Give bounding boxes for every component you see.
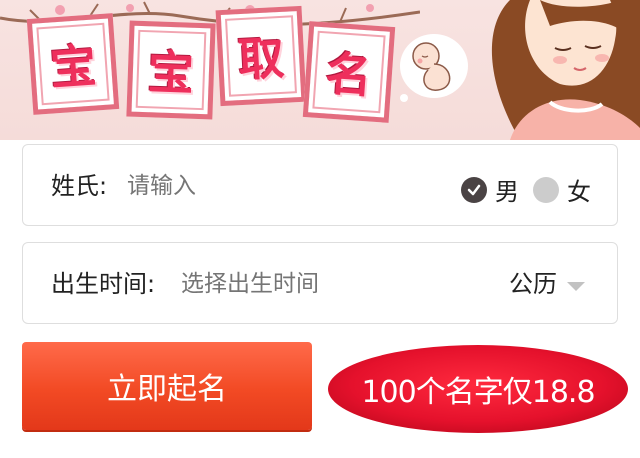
title-char-3: 取 xyxy=(236,30,286,88)
birth-time-card: 出生时间: 公历 xyxy=(22,242,618,325)
surname-label: 姓氏: xyxy=(51,172,108,200)
surname-card: 姓氏: 男 女 xyxy=(22,144,618,227)
chevron-down-icon xyxy=(567,281,585,291)
header-banner: 宝 宝 取 名 xyxy=(0,0,640,140)
birth-time-label: 出生时间: xyxy=(51,270,156,298)
calendar-type-value: 公历 xyxy=(509,270,557,298)
radio-unselected-icon xyxy=(533,176,559,203)
title-char-2: 宝 xyxy=(146,45,195,101)
surname-input[interactable] xyxy=(127,145,427,227)
calendar-type-select[interactable]: 公历 xyxy=(509,243,585,325)
gender-label-male: 男 xyxy=(495,178,519,206)
start-naming-button[interactable]: 立即起名 xyxy=(22,342,312,430)
promo-badge[interactable]: 100个名字仅18.8 xyxy=(324,342,632,436)
title-tile-3: 取 xyxy=(215,5,307,107)
title-tile-4: 名 xyxy=(302,21,396,123)
gender-label-female: 女 xyxy=(567,178,591,206)
title-tile-1: 宝 xyxy=(26,13,120,115)
promo-text: 100个名字仅18.8 xyxy=(361,375,595,410)
start-naming-label: 立即起名 xyxy=(107,372,227,407)
gender-option-female[interactable]: 女 xyxy=(533,172,591,207)
birth-time-input[interactable] xyxy=(181,243,481,325)
checkmark-icon xyxy=(461,176,487,203)
mother-illustration xyxy=(491,0,640,140)
title-char-4: 名 xyxy=(323,46,374,104)
title-char-1: 宝 xyxy=(48,38,99,96)
baby-thought-bubble-illustration xyxy=(400,34,468,102)
gender-option-male[interactable]: 男 xyxy=(461,172,519,207)
title-tile-2: 宝 xyxy=(126,20,216,120)
